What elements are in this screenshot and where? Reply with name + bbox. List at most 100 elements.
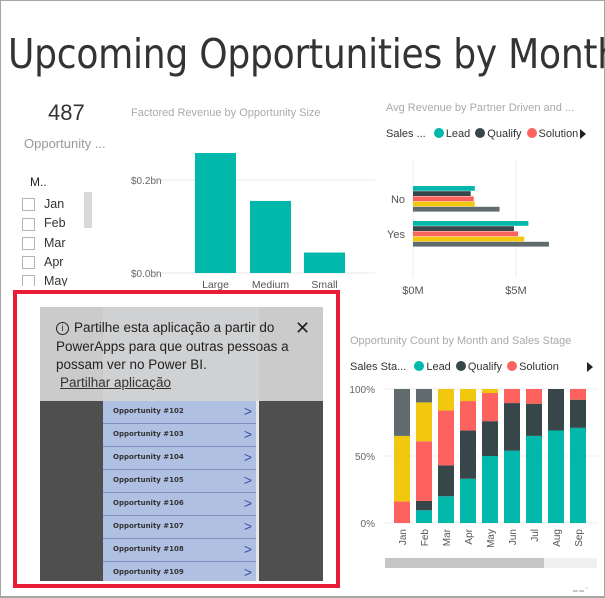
bar-may-lead[interactable]	[482, 456, 498, 523]
legend-title: Sales Sta...	[350, 361, 407, 373]
list-item[interactable]: Opportunity #106 >	[103, 493, 256, 516]
notification-text: Partilhe esta aplicação a partir do Powe…	[56, 320, 289, 372]
checkbox[interactable]	[22, 217, 35, 231]
bar-may-proposal[interactable]	[482, 389, 498, 394]
share-notification: i Partilhe esta aplicação a partir do Pow…	[40, 307, 323, 401]
slicer-item-apr[interactable]: Apr	[22, 254, 63, 272]
list-item[interactable]: Opportunity #105 >	[103, 470, 256, 493]
bar-mar-lead[interactable]	[438, 496, 454, 523]
legend-label: Lead	[445, 128, 471, 140]
bar-apr-qualify[interactable]	[460, 430, 476, 479]
bar-feb-lead[interactable]	[416, 510, 432, 523]
legend-item-solution[interactable]: Solution	[507, 361, 559, 373]
list-item[interactable]: Opportunity #102 >	[103, 401, 256, 424]
bar-feb-solution[interactable]	[416, 441, 432, 501]
bar-mar-qualify[interactable]	[438, 465, 454, 497]
legend-label: Lead	[426, 361, 451, 373]
bar-jan-finalize[interactable]	[394, 389, 410, 436]
x-tick-label: $0M	[402, 285, 423, 297]
checkbox[interactable]	[22, 275, 35, 287]
bar-jan-proposal[interactable]	[394, 435, 410, 502]
bar-no-finalize[interactable]	[413, 206, 500, 212]
bar-jul-lead[interactable]	[526, 435, 542, 523]
chevron-right-icon[interactable]: >	[244, 426, 252, 442]
bar-jul-solution[interactable]	[526, 389, 542, 404]
bar-feb-proposal[interactable]	[416, 402, 432, 442]
list-item[interactable]: Opportunity #108 >	[103, 539, 256, 562]
bar-no-lead[interactable]	[413, 186, 475, 191]
chevron-right-icon[interactable]: >	[244, 518, 252, 534]
legend-label: Solution	[519, 361, 559, 373]
bar-apr-lead[interactable]	[460, 478, 476, 523]
legend-item-lead[interactable]: Lead	[414, 361, 451, 373]
chevron-right-icon[interactable]: >	[244, 564, 252, 580]
slicer-scrollbar[interactable]	[84, 192, 92, 228]
bar-yes-qualify[interactable]	[413, 226, 514, 231]
slicer-item-feb[interactable]: Feb	[22, 215, 66, 233]
bar-no-proposal[interactable]	[413, 201, 475, 207]
opportunity-count-chart[interactable]: 0% 50% 100% Jan Feb Mar Apr May Jun Jul Aug Sep	[340, 378, 605, 558]
bar-yes-finalize[interactable]	[413, 241, 549, 247]
chart-scroll-thumb[interactable]	[385, 558, 544, 568]
bar-may-qualify[interactable]	[482, 421, 498, 456]
bar-jun-solution[interactable]	[504, 389, 520, 404]
factored-revenue-chart[interactable]: $0.0bn$0.2bnLarge Medium Small	[125, 140, 375, 295]
chevron-right-icon[interactable]: >	[244, 449, 252, 465]
chevron-right-icon[interactable]: >	[244, 541, 252, 557]
legend-next-arrow-icon[interactable]	[587, 362, 593, 372]
chevron-right-icon[interactable]: >	[244, 403, 252, 419]
resize-handle-icon: ▁ ▁ ▫	[573, 586, 588, 592]
slicer-item-may[interactable]: May	[22, 273, 68, 287]
checkbox[interactable]	[22, 256, 35, 270]
slicer-item-label: Mar	[44, 235, 66, 250]
bar-sep-lead[interactable]	[570, 427, 586, 523]
bar-apr-solution[interactable]	[460, 401, 476, 431]
bar-jul-qualify[interactable]	[526, 403, 542, 436]
bar-jun-lead[interactable]	[504, 450, 520, 523]
bar-mar-proposal[interactable]	[438, 389, 454, 411]
share-app-link[interactable]: Partilhar aplicação	[60, 375, 171, 390]
legend-item-qualify[interactable]: Qualify	[455, 361, 503, 373]
legend-item-solution[interactable]: Solution	[526, 128, 579, 140]
list-item[interactable]: Opportunity #104 >	[103, 447, 256, 470]
slicer-item-jan[interactable]: Jan	[22, 196, 64, 214]
bar-yes-proposal[interactable]	[413, 236, 525, 242]
legend-label: Solution	[538, 128, 579, 140]
list-item-label: Opportunity #108	[113, 545, 184, 553]
list-item[interactable]: Opportunity #107 >	[103, 516, 256, 539]
legend-next-arrow-icon[interactable]	[580, 129, 586, 139]
legend-item-lead[interactable]: Lead	[433, 128, 471, 140]
bar-yes-solution[interactable]	[413, 231, 519, 237]
bar-aug-lead[interactable]	[548, 430, 564, 523]
bar-medium[interactable]	[250, 200, 291, 273]
slicer-item-mar[interactable]: Mar	[22, 235, 66, 253]
bar-sep-qualify[interactable]	[570, 399, 586, 428]
bar-small[interactable]	[304, 252, 345, 273]
bar-feb-qualify[interactable]	[416, 500, 432, 511]
avg-revenue-chart[interactable]: $0M $5M No Yes	[375, 150, 600, 300]
bar-apr-proposal[interactable]	[460, 389, 476, 402]
chart-title-opportunity-count: Opportunity Count by Month and Sales Sta…	[350, 335, 572, 347]
checkbox[interactable]	[22, 236, 35, 250]
bar-feb-finalize[interactable]	[416, 389, 432, 403]
bar-sep-solution[interactable]	[570, 389, 586, 400]
legend-label: Qualify	[467, 361, 503, 373]
bar-jun-qualify[interactable]	[504, 403, 520, 451]
bar-no-solution[interactable]	[413, 196, 474, 202]
chevron-right-icon[interactable]: >	[244, 495, 252, 511]
legend-dot-icon	[455, 361, 466, 371]
chevron-right-icon[interactable]: >	[244, 472, 252, 488]
legend-item-qualify[interactable]: Qualify	[475, 128, 522, 140]
list-item[interactable]: Opportunity #103 >	[103, 424, 256, 447]
checkbox[interactable]	[22, 198, 35, 212]
bar-may-solution[interactable]	[482, 393, 498, 422]
bar-jan-solution[interactable]	[394, 501, 410, 523]
close-icon[interactable]: ✕	[295, 319, 310, 337]
bar-large[interactable]	[195, 153, 236, 273]
list-item[interactable]: Opportunity #109 >	[103, 562, 256, 581]
bar-no-qualify[interactable]	[413, 191, 471, 196]
bar-aug-qualify[interactable]	[548, 389, 564, 431]
bar-mar-solution[interactable]	[438, 410, 454, 466]
bar-yes-lead[interactable]	[413, 221, 529, 226]
powerapps-app: Opportunity #102 > Opportunity #103 > Opport…	[40, 307, 323, 581]
